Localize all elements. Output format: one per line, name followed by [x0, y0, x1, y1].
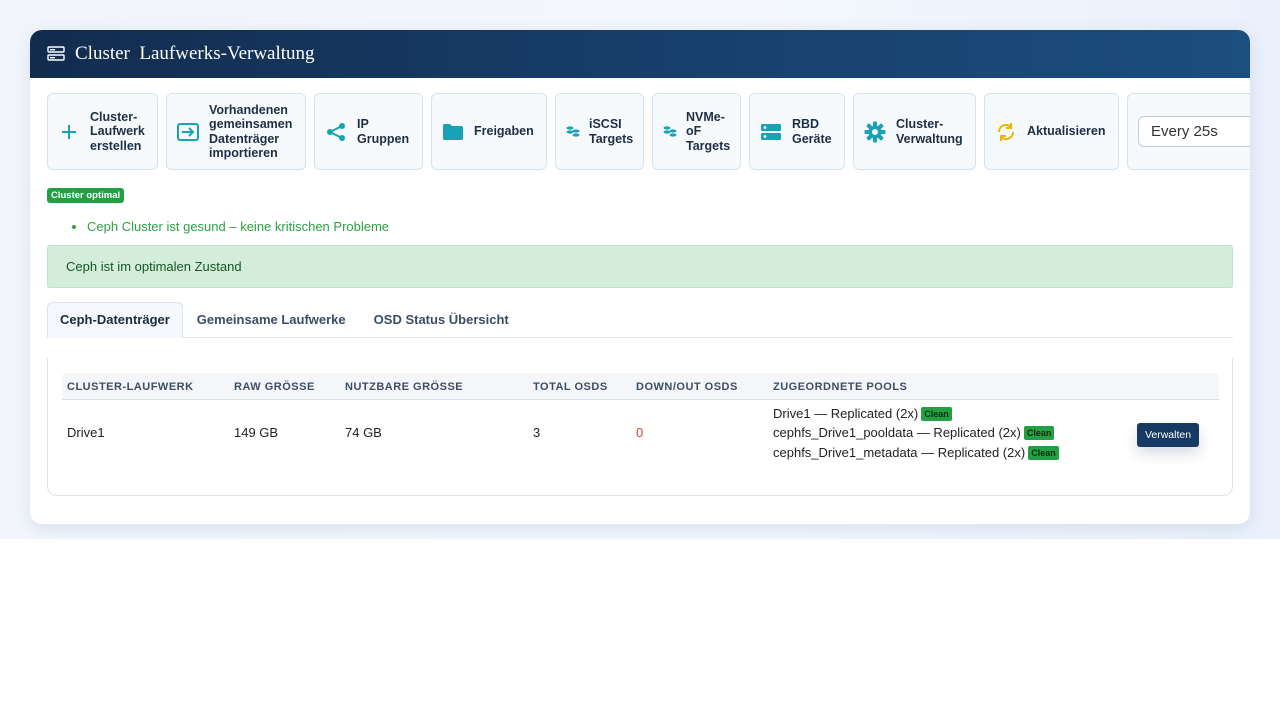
server-icon	[46, 46, 66, 62]
pool-entry: cephfs_Drive1_metadata — Replicated (2x)…	[773, 445, 1059, 460]
pool-entry: Drive1 — Replicated (2x) Clean	[773, 406, 952, 421]
column-header: TOTAL OSDS	[533, 381, 608, 393]
pool-state-badge: Clean	[921, 407, 952, 421]
panel-header: Cluster Laufwerks-Verwaltung	[30, 30, 1250, 78]
column-header: ZUGEORDNETE POOLS	[773, 381, 908, 393]
button-label: Aktualisieren	[1027, 124, 1106, 139]
button-label: RBD Geräte	[792, 117, 832, 146]
drives-table: CLUSTER-LAUFWERK RAW GRÖSSE NUTZBARE GRÖ…	[47, 358, 1233, 496]
button-label: Cluster-Verwaltung	[896, 117, 963, 146]
raw-size: 149 GB	[234, 425, 279, 440]
refresh-interval-select[interactable]: Every 25s	[1138, 116, 1250, 147]
section-title: Laufwerks-Verwaltung	[139, 43, 315, 64]
pool-entry: cephfs_Drive1_pooldata — Replicated (2x)…	[773, 425, 1055, 440]
folder-icon	[442, 121, 464, 143]
pool-state-badge: Clean	[1023, 426, 1055, 440]
refresh-button[interactable]: Aktualisieren	[984, 93, 1119, 170]
table-header: CLUSTER-LAUFWERK RAW GRÖSSE NUTZBARE GRÖ…	[62, 373, 1219, 400]
pool-text: Drive1 — Replicated (2x)	[773, 406, 919, 421]
tab-osd-status[interactable]: OSD Status Übersicht	[360, 302, 523, 338]
refresh-interval-container: Every 25s	[1127, 93, 1250, 170]
tab-ceph-disks[interactable]: Ceph-Datenträger	[47, 302, 183, 338]
list-item: Ceph Cluster ist gesund – keine kritisch…	[87, 219, 389, 234]
column-header: DOWN/OUT OSDS	[636, 381, 738, 393]
create-cluster-drive-button[interactable]: Cluster-Laufwerk erstellen	[47, 93, 158, 170]
column-header: RAW GRÖSSE	[234, 381, 315, 393]
iscsi-targets-button[interactable]: iSCSI Targets	[555, 93, 644, 170]
database-icon	[663, 121, 677, 143]
app-name: Cluster	[75, 43, 130, 64]
button-label: IP Gruppen	[357, 117, 410, 146]
toolbar: Cluster-Laufwerk erstellen Vorhandenen g…	[47, 93, 1250, 170]
button-label: Vorhandenen gemeinsamen Datenträger impo…	[209, 102, 293, 161]
main-panel: Cluster Laufwerks-Verwaltung Cluster-Lau…	[30, 30, 1250, 524]
server-icon	[760, 121, 782, 143]
ip-groups-button[interactable]: IP Gruppen	[314, 93, 423, 170]
tab-bar: Ceph-Datenträger Gemeinsame Laufwerke OS…	[47, 302, 1233, 338]
drive-name: Drive1	[67, 425, 105, 440]
cluster-management-button[interactable]: Cluster-Verwaltung	[853, 93, 976, 170]
rbd-devices-button[interactable]: RBD Geräte	[749, 93, 845, 170]
total-osds: 3	[533, 425, 541, 440]
button-label: Cluster-Laufwerk erstellen	[90, 109, 145, 153]
status-badge: Cluster optimal	[47, 188, 125, 203]
pool-state-badge: Clean	[1028, 446, 1059, 460]
button-label: Freigaben	[474, 124, 534, 139]
button-label: NVMe-oF Targets	[686, 109, 731, 153]
share-icon	[325, 121, 347, 143]
usable-size: 74 GB	[345, 425, 382, 440]
shares-button[interactable]: Freigaben	[431, 93, 547, 170]
import-icon	[177, 121, 199, 143]
tab-shared-drives[interactable]: Gemeinsame Laufwerke	[183, 302, 360, 338]
pool-text: cephfs_Drive1_pooldata — Replicated (2x)	[773, 425, 1021, 440]
nvmeof-targets-button[interactable]: NVMe-oF Targets	[652, 93, 741, 170]
column-header: NUTZBARE GRÖSSE	[345, 381, 464, 393]
status-messages: Ceph Cluster ist gesund – keine kritisch…	[87, 219, 389, 234]
refresh-icon	[995, 121, 1017, 143]
pool-text: cephfs_Drive1_metadata — Replicated (2x)	[773, 445, 1026, 460]
import-shared-disk-button[interactable]: Vorhandenen gemeinsamen Datenträger impo…	[166, 93, 306, 170]
plus-icon	[58, 121, 80, 143]
column-header: CLUSTER-LAUFWERK	[67, 381, 194, 393]
manage-button[interactable]: Verwalten	[1137, 423, 1199, 447]
gear-icon	[864, 121, 886, 143]
success-alert: Ceph ist im optimalen Zustand	[47, 245, 1233, 288]
database-icon	[566, 121, 580, 143]
button-label: iSCSI Targets	[589, 117, 634, 146]
down-out-osds: 0	[636, 425, 644, 440]
